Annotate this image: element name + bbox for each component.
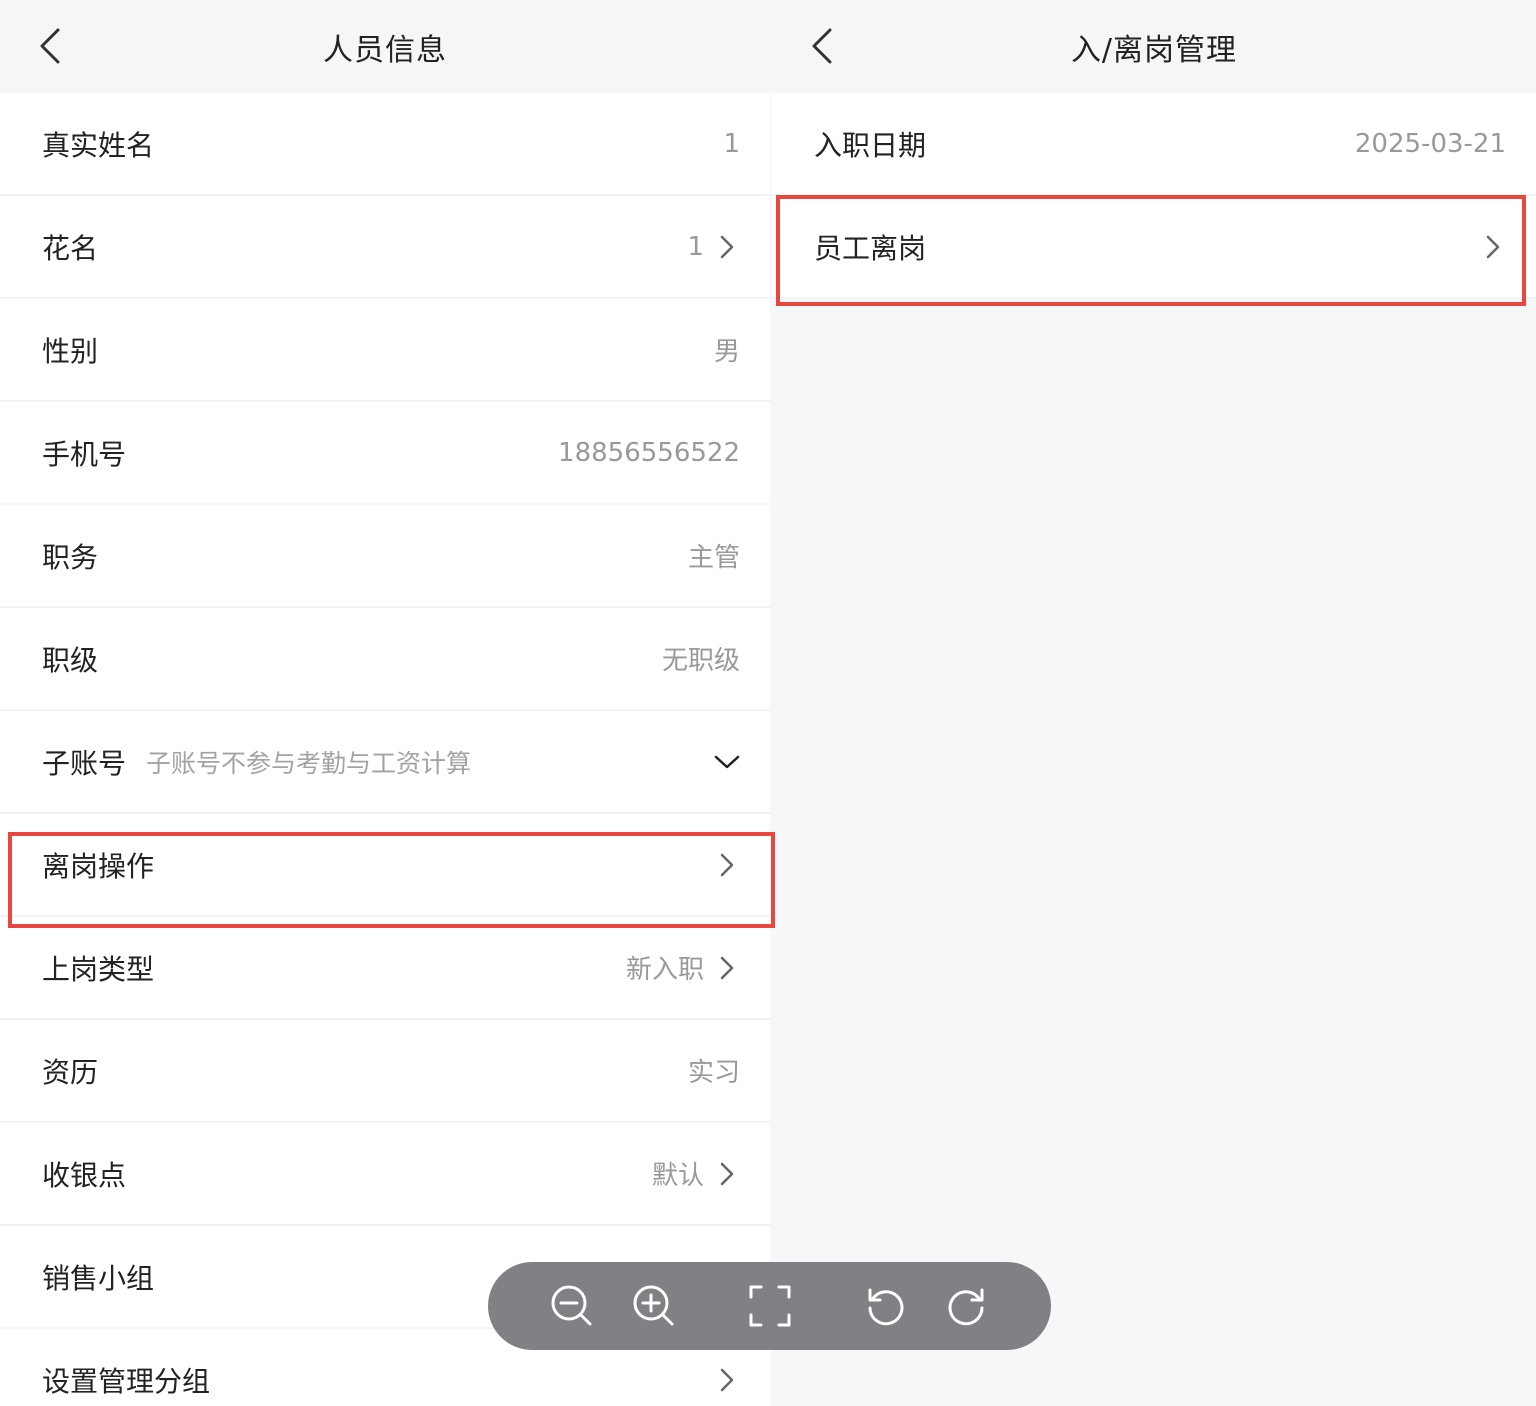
row-gender: 性别 男 (0, 299, 770, 402)
chevron-right-icon (1480, 234, 1506, 260)
row-label: 性别 (42, 334, 99, 368)
row-label: 入职日期 (814, 128, 927, 162)
row-value: 1 (723, 128, 740, 159)
row-label: 花名 (42, 231, 99, 265)
row-seniority: 资历 实习 (0, 1020, 770, 1123)
rotate-left-icon (868, 1288, 904, 1326)
navbar: 入/离岗管理 (772, 0, 1536, 93)
row-label: 上岗类型 (42, 952, 155, 986)
row-onboard-type[interactable]: 上岗类型 新入职 (0, 917, 770, 1020)
chevron-right-icon (714, 1161, 740, 1187)
row-onboard-date: 入职日期 2025-03-21 (772, 93, 1536, 196)
zoom-in-icon (633, 1285, 674, 1326)
row-label: 员工离岗 (814, 231, 927, 265)
image-viewer-toolbar (488, 1262, 1051, 1350)
row-label: 销售小组 (42, 1261, 155, 1295)
rotate-right-icon (948, 1288, 984, 1326)
row-value: 2025-03-21 (1354, 128, 1506, 159)
chevron-right-icon (714, 852, 740, 878)
person-info-panel: 人员信息 真实姓名 1 花名 1 性别 男 手机号 18856556522 职务… (0, 0, 770, 1406)
zoom-in-button[interactable] (632, 1284, 676, 1328)
chevron-right-icon (714, 234, 740, 260)
row-value: 1 (687, 231, 704, 262)
onboard-leave-panel: 入/离岗管理 入职日期 2025-03-21 员工离岗 (772, 0, 1536, 1406)
chevron-right-icon (714, 955, 740, 981)
row-label: 资历 (42, 1055, 99, 1089)
row-employee-leave[interactable]: 员工离岗 (772, 196, 1536, 299)
back-button[interactable] (30, 26, 70, 66)
row-label: 子账号 (42, 746, 127, 780)
row-real-name: 真实姓名 1 (0, 93, 770, 196)
row-label: 手机号 (42, 437, 127, 471)
navbar: 人员信息 (0, 0, 770, 93)
rotate-left-button[interactable] (864, 1284, 908, 1328)
row-label: 职级 (42, 643, 99, 677)
row-sub-account[interactable]: 子账号 子账号不参与考勤与工资计算 (0, 711, 770, 814)
row-nickname[interactable]: 花名 1 (0, 196, 770, 299)
back-button[interactable] (802, 26, 842, 66)
row-value: 默认 (651, 1161, 704, 1191)
row-value: 18856556522 (558, 437, 740, 468)
row-label: 收银点 (42, 1158, 127, 1192)
rotate-right-button[interactable] (944, 1284, 988, 1328)
chevron-right-icon (714, 1367, 740, 1393)
zoom-out-icon (551, 1285, 592, 1326)
page-title: 入/离岗管理 (1070, 32, 1238, 68)
row-position: 职务 主管 (0, 505, 770, 608)
row-label: 离岗操作 (42, 849, 155, 883)
fullscreen-icon (749, 1285, 791, 1327)
row-label: 真实姓名 (42, 128, 155, 162)
row-hint: 子账号不参与考勤与工资计算 (146, 748, 472, 778)
row-value: 无职级 (661, 646, 740, 676)
row-value: 主管 (687, 543, 740, 573)
zoom-out-button[interactable] (550, 1284, 594, 1328)
page-title: 人员信息 (323, 32, 447, 68)
row-cashier-point[interactable]: 收银点 默认 (0, 1123, 770, 1226)
row-value: 实习 (687, 1058, 740, 1088)
row-value: 新入职 (625, 955, 704, 985)
row-leave-operation[interactable]: 离岗操作 (0, 814, 770, 917)
chevron-left-icon (812, 28, 832, 64)
chevron-left-icon (40, 28, 60, 64)
fullscreen-button[interactable] (748, 1284, 792, 1328)
row-rank: 职级 无职级 (0, 608, 770, 711)
row-label: 设置管理分组 (42, 1364, 211, 1398)
chevron-down-icon[interactable] (714, 749, 740, 775)
row-phone: 手机号 18856556522 (0, 402, 770, 505)
row-label: 职务 (42, 540, 99, 574)
row-value: 男 (713, 337, 740, 367)
